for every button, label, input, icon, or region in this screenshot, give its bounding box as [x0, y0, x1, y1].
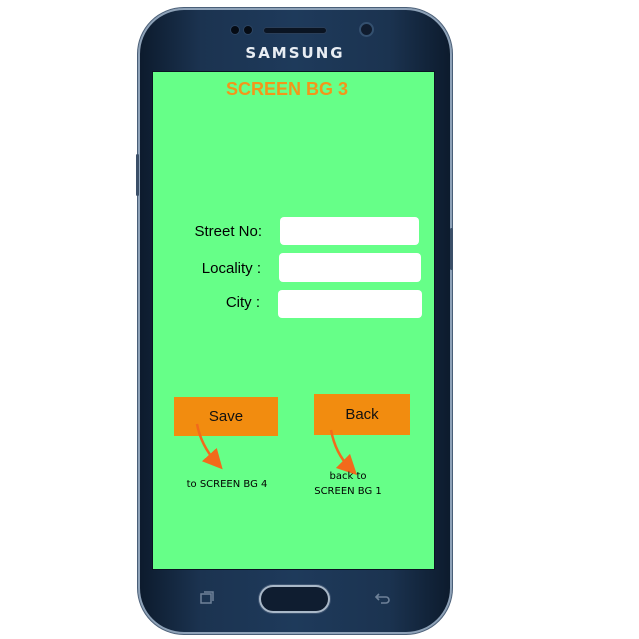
save-note: to SCREEN BG 4	[186, 479, 268, 490]
street-no-input[interactable]	[280, 217, 419, 245]
screen-title: SCREEN BG 3	[225, 79, 349, 99]
locality-label: Locality :	[201, 260, 261, 277]
volume-button	[136, 154, 139, 196]
city-label: City :	[225, 294, 260, 311]
front-sensor-icon	[231, 26, 239, 34]
save-button[interactable]: Save	[174, 397, 278, 436]
city-input[interactable]	[278, 290, 422, 318]
back-button[interactable]: Back	[314, 394, 410, 435]
recent-apps-icon[interactable]	[199, 590, 215, 609]
locality-input[interactable]	[279, 253, 421, 282]
back-note-line1: back to	[329, 471, 367, 482]
back-arrow-icon[interactable]	[373, 590, 391, 609]
brand-logo: SAMSUNG	[245, 44, 345, 62]
power-button	[450, 228, 453, 270]
proximity-sensor-icon	[244, 26, 252, 34]
street-no-label: Street No:	[194, 223, 262, 240]
home-button[interactable]	[261, 587, 328, 611]
back-note-line2: SCREEN BG 1	[314, 486, 382, 497]
front-camera-icon	[361, 24, 372, 35]
earpiece-speaker	[264, 28, 326, 33]
screenshot: SAMSUNG SCREEN BG 3 Street No: Locality …	[0, 0, 639, 639]
back-note: back to SCREEN BG 1	[298, 469, 398, 499]
